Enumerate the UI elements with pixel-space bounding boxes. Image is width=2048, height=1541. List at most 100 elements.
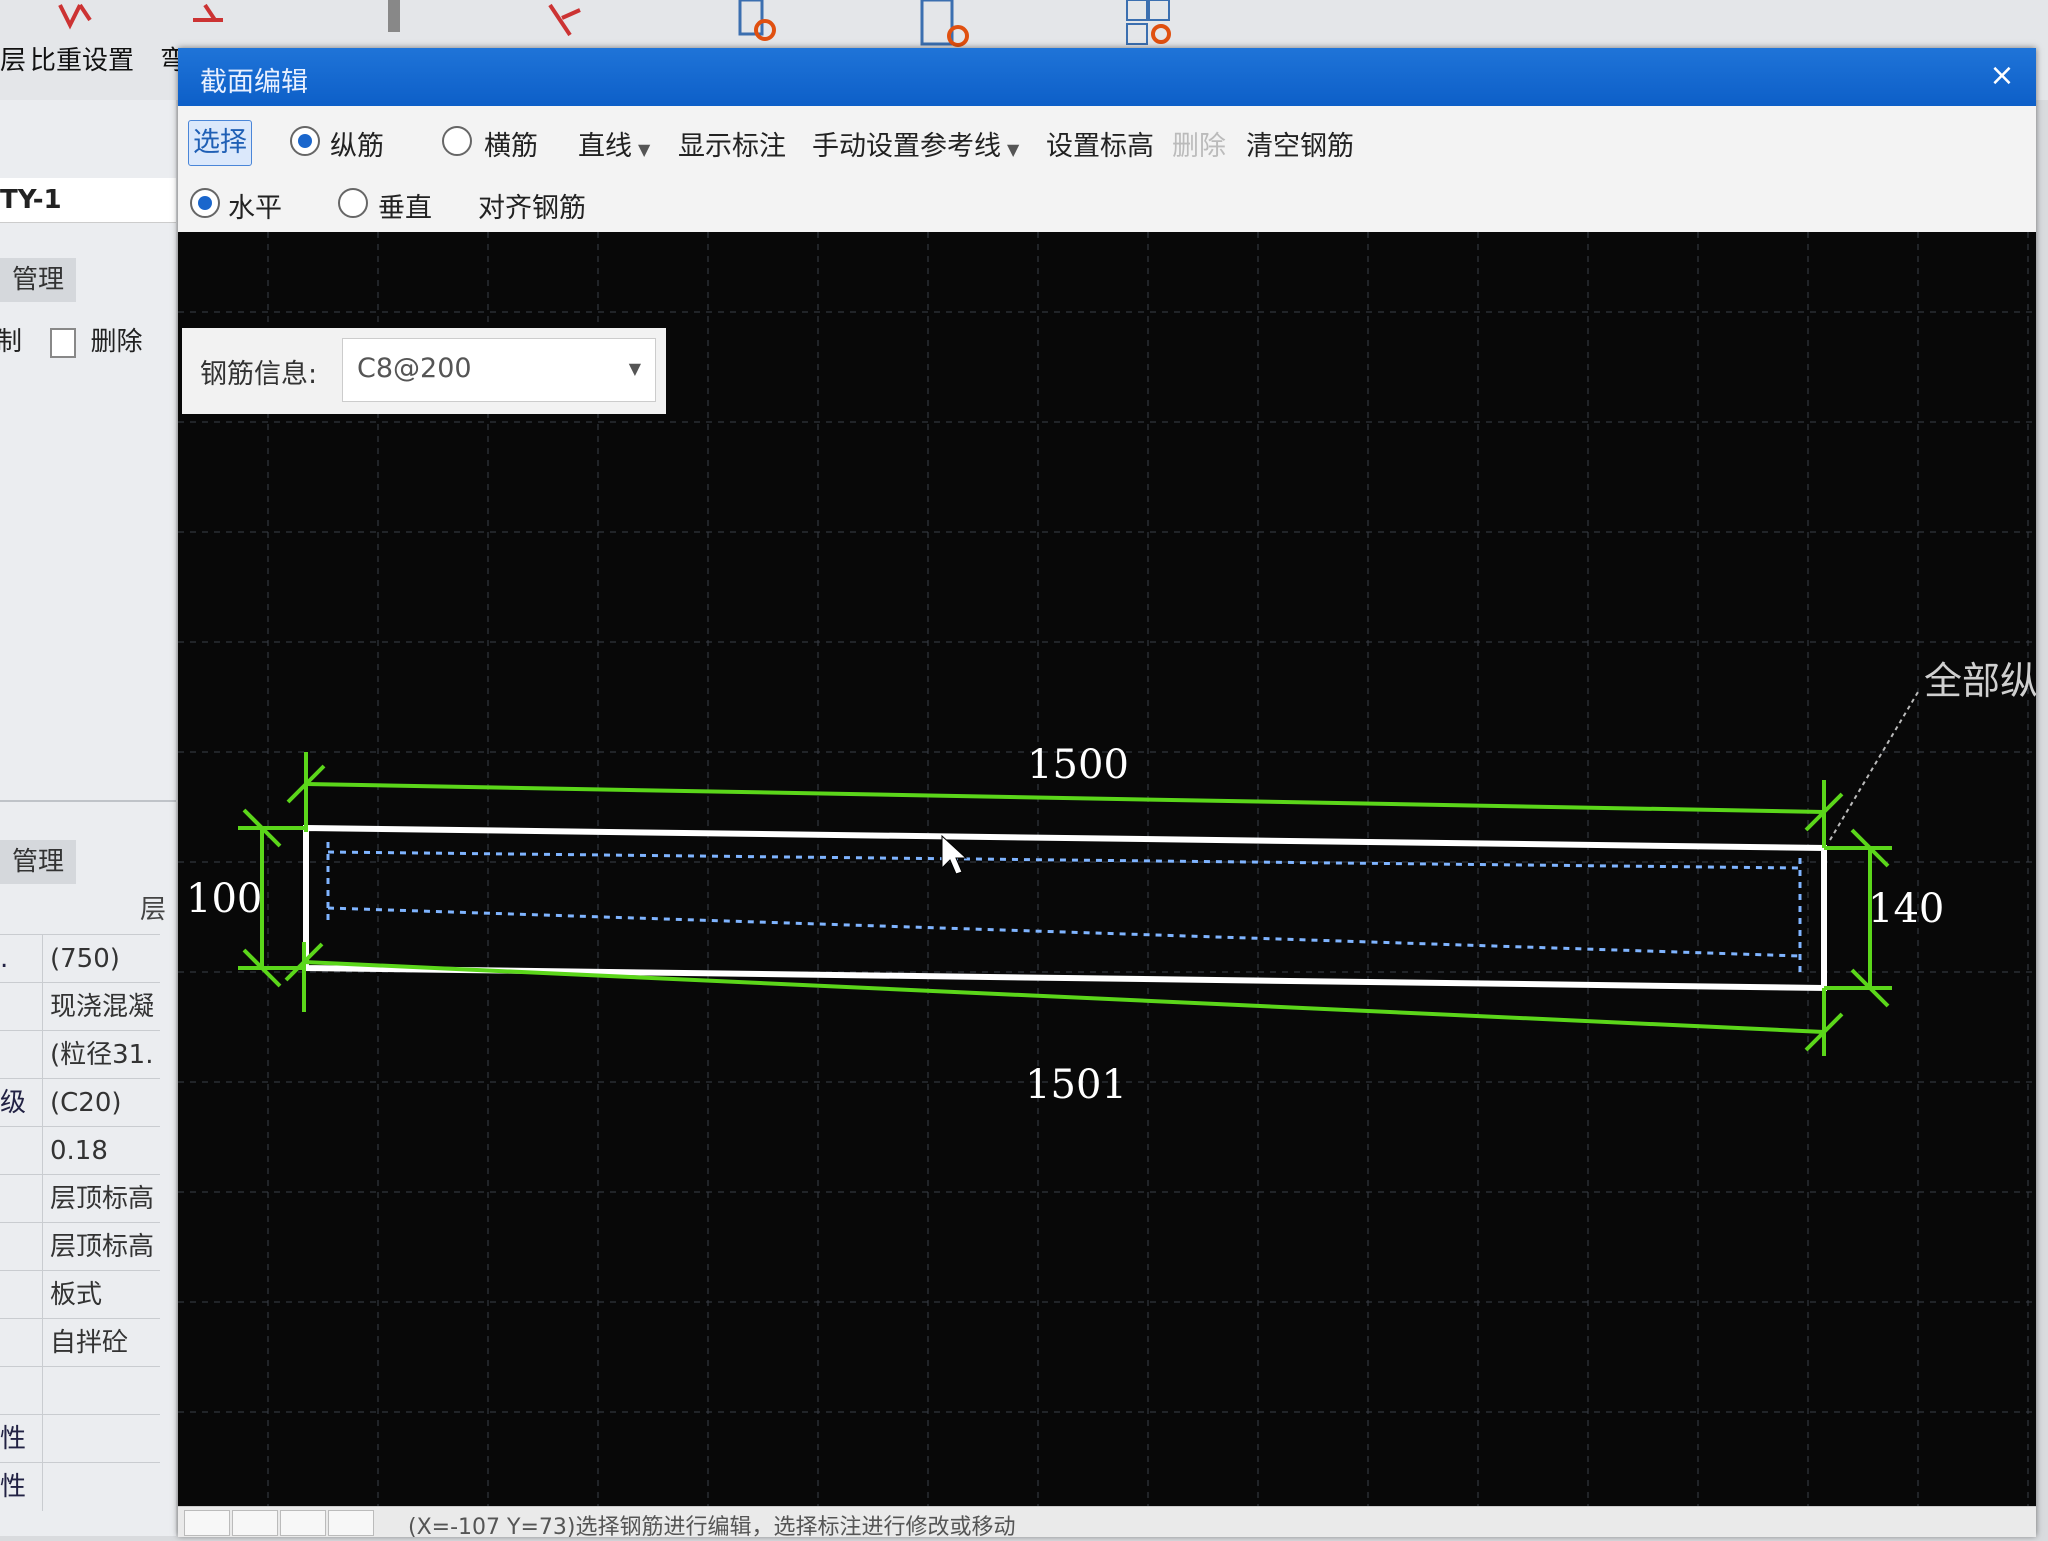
panel-tab-manage-2[interactable]: 管理 (0, 840, 176, 884)
status-text: (X=-107 Y=73)选择钢筋进行编辑，选择标注进行修改或移动 (408, 1515, 1016, 1540)
property-header: 层 (139, 895, 166, 925)
property-value[interactable]: 板式 (50, 1271, 102, 1319)
status-button-4[interactable] (328, 1510, 374, 1536)
ribbon-label-layer[interactable]: 层 (0, 40, 26, 77)
property-row[interactable]: 性 (0, 1462, 160, 1511)
density-tool-icon[interactable] (185, 0, 235, 50)
panel-tab-manage[interactable]: 管理 (0, 258, 176, 302)
set-elevation-button[interactable]: 设置标高 (1046, 124, 1154, 163)
property-row[interactable]: 自拌砼 (0, 1318, 160, 1367)
dimension-right-text[interactable]: 140 (1868, 886, 1944, 932)
property-key: . (0, 935, 43, 983)
rebar-info-panel: 钢筋信息: C8@200 ▼ (182, 328, 666, 414)
panel-tab-manage-2-label: 管理 (0, 840, 77, 884)
property-key (0, 1175, 43, 1223)
close-icon[interactable]: × (1982, 56, 2022, 96)
manual-reference-line-dropdown[interactable]: 手动设置参考线 ▼ (812, 124, 1019, 163)
property-row[interactable]: 现浇混凝 (0, 982, 160, 1031)
property-row[interactable]: 性 (0, 1414, 160, 1463)
property-key: 性 (0, 1415, 43, 1463)
vertical-label[interactable]: 垂直 (378, 186, 432, 225)
status-button-3[interactable] (280, 1510, 326, 1536)
rebar-line-bottom[interactable] (327, 906, 1801, 958)
property-key (0, 1031, 43, 1079)
property-row[interactable]: 层顶标高 (0, 1174, 160, 1223)
property-key (0, 1271, 43, 1319)
dialog-title: 截面编辑 (200, 67, 308, 98)
number-grid-icon[interactable] (1125, 0, 1175, 50)
property-value[interactable]: 层顶标高 (50, 1223, 154, 1271)
section-edit-dialog: 截面编辑 × 选择 纵筋 横筋 直线 ▼ 显示标注 手动设置参考线 ▼ 设置标高 删… (178, 48, 2036, 1540)
dimension-left-text[interactable]: 100 (186, 876, 262, 922)
status-bar: (X=-107 Y=73)选择钢筋进行编辑，选择标注进行修改或移动 (178, 1506, 2036, 1540)
property-value[interactable]: 现浇混凝 (50, 983, 154, 1031)
delete-button-disabled[interactable]: 删除 (1172, 124, 1226, 163)
rebar-line-top[interactable] (327, 850, 1801, 870)
clear-rebar-button[interactable]: 清空钢筋 (1246, 124, 1354, 163)
dimension-bottom[interactable] (284, 942, 1844, 1056)
property-row[interactable]: 0.18 (0, 1126, 160, 1175)
mouse-cursor-icon (941, 834, 968, 875)
status-button-1[interactable] (184, 1510, 230, 1536)
dimension-bottom-text[interactable]: 1501 (1025, 1062, 1127, 1108)
property-row[interactable]: 级 (C20) (0, 1078, 160, 1127)
horizontal-label[interactable]: 水平 (228, 186, 282, 225)
copy-button[interactable]: 复制 (0, 327, 22, 357)
property-key: 级 (0, 1079, 43, 1127)
longitudinal-radio[interactable] (290, 126, 320, 156)
show-dimensions-button[interactable]: 显示标注 (678, 124, 786, 163)
ribbon-label-density-settings[interactable]: 比重设置 (30, 40, 134, 77)
property-value[interactable]: 自拌砼 (50, 1319, 128, 1367)
section-outline[interactable] (303, 824, 1827, 992)
vertical-radio[interactable] (338, 188, 368, 218)
section-drawing-canvas[interactable]: 1500 1501 100 140 全部纵 钢筋信息: C8@200 ▼ (178, 232, 2036, 1536)
property-row[interactable] (0, 1366, 160, 1415)
dialog-toolbar-secondary: 水平 垂直 对齐钢筋 (178, 174, 2036, 232)
property-value[interactable]: (C20) (50, 1079, 122, 1127)
rebar-info-value: C8@200 (357, 353, 472, 384)
panel-actions: 复制 删除 (0, 320, 176, 364)
property-key (0, 1223, 43, 1271)
rebar-info-select[interactable]: C8@200 ▼ (342, 338, 656, 402)
panel-divider (0, 800, 176, 802)
dimension-top-text[interactable]: 1500 (1027, 742, 1129, 788)
line-dropdown-label: 直线 (578, 131, 632, 162)
property-key (0, 1127, 43, 1175)
align-rebar-button[interactable]: 对齐钢筋 (478, 186, 586, 225)
property-key (0, 1367, 43, 1415)
transverse-radio[interactable] (442, 126, 472, 156)
property-row[interactable]: . (750) (0, 934, 160, 983)
pen-tool-icon[interactable] (540, 0, 590, 50)
component-code[interactable]: TY-1 (0, 178, 176, 223)
line-dropdown[interactable]: 直线 ▼ (578, 124, 650, 163)
section-drawing[interactable]: 1500 1501 100 140 全部纵 (178, 232, 2036, 1506)
property-value[interactable]: (粒径31. (50, 1031, 154, 1079)
property-key (0, 983, 43, 1031)
rebar-info-label: 钢筋信息: (200, 359, 318, 390)
dialog-toolbar: 选择 纵筋 横筋 直线 ▼ 显示标注 手动设置参考线 ▼ 设置标高 删除 清空钢筋 (178, 106, 2036, 175)
left-properties-panel: TY-1 管理 复制 删除 管理 层 .(750)现浇混凝(粒径31.级(C20… (0, 100, 176, 1536)
chevron-down-icon: ▼ (628, 359, 641, 378)
callout-text[interactable]: 全部纵 (1924, 659, 2036, 703)
property-value[interactable]: 层顶标高 (50, 1175, 154, 1223)
status-button-2[interactable] (232, 1510, 278, 1536)
manual-reference-line-label: 手动设置参考线 (812, 131, 1001, 162)
property-row[interactable]: 板式 (0, 1270, 160, 1319)
select-button[interactable]: 选择 (188, 120, 252, 166)
property-value[interactable]: 0.18 (50, 1127, 108, 1175)
column-tool-icon[interactable] (370, 0, 420, 50)
property-row[interactable]: 层顶标高 (0, 1222, 160, 1271)
property-value[interactable]: (750) (50, 935, 120, 983)
property-key: 性 (0, 1463, 43, 1511)
panel-tab-manage-label: 管理 (0, 258, 77, 302)
dialog-title-bar[interactable]: 截面编辑 × (178, 48, 2036, 106)
longitudinal-label[interactable]: 纵筋 (330, 124, 384, 163)
pile-settings-icon[interactable] (735, 0, 785, 50)
delete-button[interactable]: 删除 (91, 327, 143, 357)
horizontal-radio[interactable] (190, 188, 220, 218)
property-row[interactable]: (粒径31. (0, 1030, 160, 1079)
table-settings-icon[interactable] (920, 0, 970, 50)
delete-file-icon (50, 327, 77, 358)
property-key (0, 1319, 43, 1367)
transverse-label[interactable]: 横筋 (484, 124, 538, 163)
